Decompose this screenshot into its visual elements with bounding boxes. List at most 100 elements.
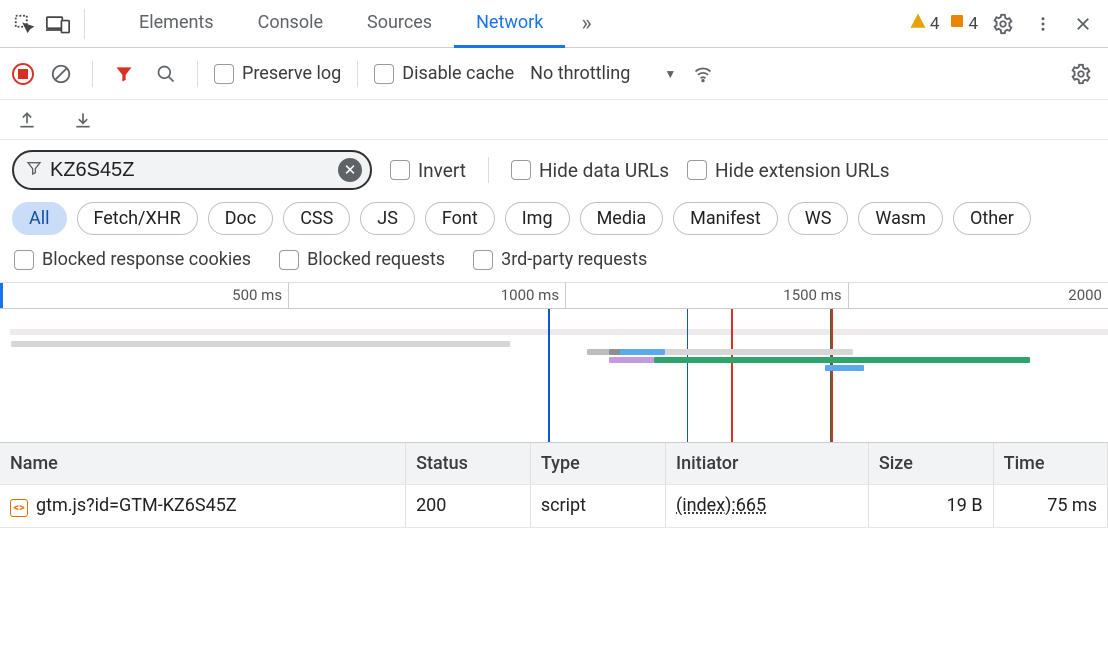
col-type[interactable]: Type [530, 443, 665, 485]
hide-ext-urls-checkbox[interactable]: Hide extension URLs [687, 159, 890, 182]
filter-input-wrapper[interactable]: ✕ [12, 150, 372, 190]
checkbox-icon [14, 250, 34, 270]
filter-funnel-icon[interactable] [109, 59, 139, 89]
hide-data-urls-checkbox[interactable]: Hide data URLs [511, 159, 669, 182]
type-pill-ws[interactable]: WS [788, 202, 849, 235]
clear-filter-icon[interactable]: ✕ [338, 158, 362, 182]
tab-network[interactable]: Network [454, 0, 565, 48]
third-party-checkbox[interactable]: 3rd-party requests [473, 249, 647, 270]
cell-name[interactable]: <>gtm.js?id=GTM-KZ6S45Z [0, 485, 406, 528]
hide-ext-label: Hide extension URLs [715, 159, 890, 182]
waterfall-segment [587, 349, 609, 355]
blocked-cookies-checkbox[interactable]: Blocked response cookies [14, 249, 251, 270]
tab-elements[interactable]: Elements [117, 0, 236, 48]
waterfall-segment [609, 357, 653, 363]
waterfall-segment [620, 349, 664, 355]
settings-icon[interactable] [988, 9, 1018, 39]
warning-triangle-icon [909, 12, 927, 35]
checkbox-icon [473, 250, 493, 270]
divider [84, 9, 85, 39]
tab-sources[interactable]: Sources [345, 0, 454, 48]
tab-console[interactable]: Console [236, 0, 345, 48]
type-pill-all[interactable]: All [12, 202, 67, 235]
blocked-cookies-label: Blocked response cookies [42, 249, 251, 270]
cell-type: script [530, 485, 665, 528]
filter-input[interactable] [42, 159, 338, 182]
type-pill-media[interactable]: Media [580, 202, 664, 235]
checkbox-icon [279, 250, 299, 270]
inspect-icon[interactable] [10, 10, 38, 38]
requests-table: Name Status Type Initiator Size Time <>g… [0, 443, 1108, 528]
import-har-icon[interactable] [68, 105, 98, 135]
issues-number: 4 [968, 14, 978, 34]
script-file-icon: <> [10, 499, 28, 517]
timeline-tick-label: 500 ms [232, 286, 288, 304]
timeline-marker [830, 309, 832, 442]
timeline-tick-label: 1000 ms [501, 286, 565, 304]
col-time[interactable]: Time [993, 443, 1107, 485]
export-har-icon[interactable] [12, 105, 42, 135]
timeline-marker [687, 309, 689, 442]
col-size[interactable]: Size [868, 443, 993, 485]
table-header-row: Name Status Type Initiator Size Time [0, 443, 1108, 485]
divider [197, 61, 198, 87]
checkbox-icon [511, 160, 531, 180]
col-name[interactable]: Name [0, 443, 406, 485]
divider [92, 61, 93, 87]
table-row[interactable]: <>gtm.js?id=GTM-KZ6S45Z200script(index):… [0, 485, 1108, 528]
type-pill-other[interactable]: Other [953, 202, 1031, 235]
waterfall-segment [654, 357, 1031, 363]
throttling-value: No throttling [530, 63, 630, 84]
issues-count[interactable]: 4 [949, 13, 978, 34]
timeline-tick [848, 283, 849, 308]
type-pill-css[interactable]: CSS [283, 202, 350, 235]
preserve-log-label: Preserve log [242, 63, 341, 84]
waterfall-segment [665, 349, 831, 355]
disable-cache-checkbox[interactable]: Disable cache [374, 63, 514, 84]
type-pill-font[interactable]: Font [425, 202, 495, 235]
resource-type-filter: All Fetch/XHR Doc CSS JS Font Img Media Manifest… [0, 196, 1108, 243]
timeline-ruler[interactable]: 500 ms1000 ms1500 ms2000 ms [0, 283, 1108, 309]
close-icon[interactable] [1068, 9, 1098, 39]
preserve-log-checkbox[interactable]: Preserve log [214, 63, 341, 84]
chevron-down-icon: ▼ [664, 67, 676, 81]
filter-funnel-small-icon [26, 160, 42, 180]
record-button[interactable] [12, 63, 34, 85]
issue-flag-icon [949, 13, 965, 34]
throttling-select[interactable]: No throttling ▼ [530, 63, 676, 84]
search-icon[interactable] [151, 59, 181, 89]
warnings-number: 4 [930, 14, 940, 34]
checkbox-icon [374, 64, 394, 84]
invert-checkbox[interactable]: Invert [390, 159, 466, 182]
col-initiator[interactable]: Initiator [666, 443, 869, 485]
type-pill-fetchxhr[interactable]: Fetch/XHR [77, 202, 198, 235]
type-pill-doc[interactable]: Doc [208, 202, 274, 235]
clear-icon[interactable] [46, 59, 76, 89]
disable-cache-label: Disable cache [402, 63, 514, 84]
timeline-overview[interactable] [0, 309, 1108, 443]
divider [488, 157, 489, 183]
type-pill-manifest[interactable]: Manifest [673, 202, 778, 235]
network-conditions-icon[interactable] [688, 59, 718, 89]
timeline-tick-label: 1500 ms [783, 286, 847, 304]
kebab-menu-icon[interactable] [1028, 9, 1058, 39]
timeline-marker [548, 309, 550, 442]
device-toggle-icon[interactable] [44, 10, 72, 38]
checkbox-icon [390, 160, 410, 180]
type-pill-js[interactable]: JS [360, 202, 415, 235]
timeline-tick [565, 283, 566, 308]
blocked-requests-checkbox[interactable]: Blocked requests [279, 249, 445, 270]
type-pill-img[interactable]: Img [505, 202, 570, 235]
type-pill-wasm[interactable]: Wasm [858, 202, 943, 235]
timeline-track [10, 329, 1108, 335]
col-status[interactable]: Status [406, 443, 531, 485]
divider [357, 61, 358, 87]
timeline-cursor[interactable] [0, 283, 3, 308]
timeline-marker [731, 309, 733, 442]
network-settings-icon[interactable] [1066, 59, 1096, 89]
timeline-tick [288, 283, 289, 308]
cell-initiator[interactable]: (index):665 [666, 485, 869, 528]
warnings-count[interactable]: 4 [909, 12, 940, 35]
more-tabs[interactable]: » [571, 3, 601, 44]
third-party-label: 3rd-party requests [501, 249, 647, 270]
